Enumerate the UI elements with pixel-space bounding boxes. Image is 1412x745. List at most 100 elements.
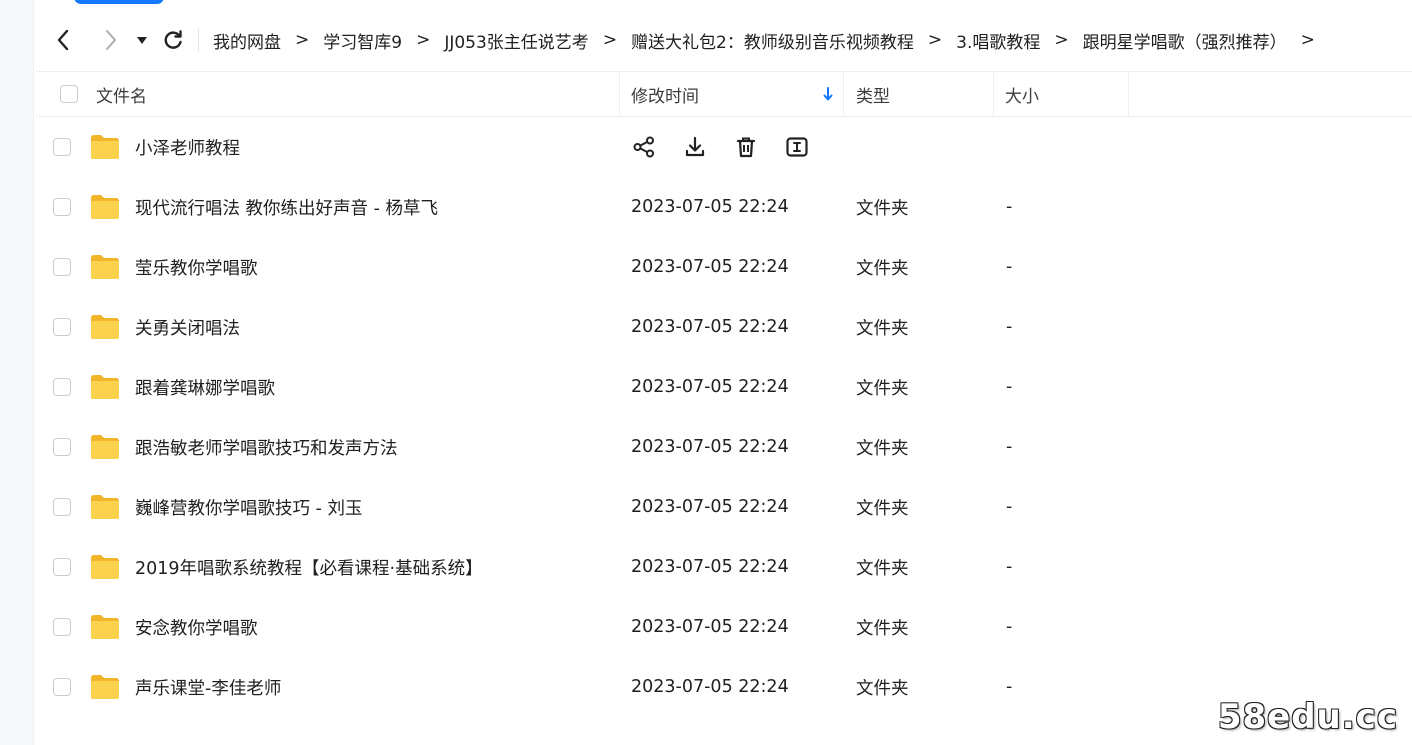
file-size: - — [1006, 377, 1013, 397]
column-divider — [619, 72, 620, 116]
sidebar-edge — [0, 0, 34, 745]
file-size: - — [1006, 197, 1013, 217]
column-header-size[interactable]: 大小 — [1005, 72, 1039, 116]
column-divider — [993, 72, 994, 116]
chevron-left-icon — [57, 29, 69, 51]
file-name[interactable]: 关勇关闭唱法 — [135, 297, 240, 357]
folder-icon — [91, 495, 119, 519]
chevron-right-icon: > — [927, 30, 943, 50]
row-checkbox[interactable] — [53, 618, 71, 636]
table-row[interactable]: 小泽老师教程 — [36, 117, 1412, 177]
file-size: - — [1006, 617, 1013, 637]
file-modified: 2023-07-05 22:24 — [631, 257, 789, 277]
table-row[interactable]: 巍峰营教你学唱歌技巧 - 刘玉 2023-07-05 22:24 文件夹 - — [36, 477, 1412, 537]
file-name[interactable]: 跟浩敏老师学唱歌技巧和发声方法 — [135, 417, 398, 477]
history-dropdown-button[interactable] — [132, 25, 152, 55]
breadcrumb-item-current[interactable]: 跟明星学唱歌（强烈推荐） — [1083, 28, 1287, 53]
row-checkbox[interactable] — [53, 138, 71, 156]
file-table: 文件名 修改时间 类型 大小 小泽老师教程 现代流行唱法 教你练出好声音 - 杨… — [36, 71, 1412, 717]
row-checkbox[interactable] — [53, 258, 71, 276]
row-actions — [630, 117, 834, 177]
breadcrumb-item[interactable]: JJ053张主任说艺考 — [444, 28, 588, 53]
row-checkbox[interactable] — [53, 318, 71, 336]
file-size: - — [1006, 557, 1013, 577]
file-modified: 2023-07-05 22:24 — [631, 557, 789, 577]
file-type: 文件夹 — [856, 618, 909, 639]
file-modified: 2023-07-05 22:24 — [631, 317, 789, 337]
table-row[interactable]: 关勇关闭唱法 2023-07-05 22:24 文件夹 - — [36, 297, 1412, 357]
navigation-bar: 我的网盘 > 学习智库9 > JJ053张主任说艺考 > 赠送大礼包2：教师级别… — [48, 20, 1329, 60]
file-type: 文件夹 — [856, 258, 909, 279]
refresh-button[interactable] — [158, 25, 188, 55]
file-name[interactable]: 莹乐教你学唱歌 — [135, 237, 258, 297]
table-row[interactable]: 莹乐教你学唱歌 2023-07-05 22:24 文件夹 - — [36, 237, 1412, 297]
table-row[interactable]: 安念教你学唱歌 2023-07-05 22:24 文件夹 - — [36, 597, 1412, 657]
file-type: 文件夹 — [856, 558, 909, 579]
file-name[interactable]: 安念教你学唱歌 — [135, 597, 258, 657]
row-checkbox[interactable] — [53, 438, 71, 456]
breadcrumb-item[interactable]: 3.唱歌教程 — [956, 28, 1040, 53]
delete-icon[interactable] — [732, 133, 760, 161]
file-name[interactable]: 小泽老师教程 — [135, 117, 240, 177]
folder-icon — [91, 255, 119, 279]
file-type: 文件夹 — [856, 198, 909, 219]
file-modified: 2023-07-05 22:24 — [631, 617, 789, 637]
column-header-modified[interactable]: 修改时间 — [631, 72, 837, 116]
file-modified: 2023-07-05 22:24 — [631, 677, 789, 697]
file-modified: 2023-07-05 22:24 — [631, 377, 789, 397]
share-icon[interactable] — [630, 133, 658, 161]
row-checkbox[interactable] — [53, 678, 71, 696]
table-row[interactable]: 跟着龚琳娜学唱歌 2023-07-05 22:24 文件夹 - — [36, 357, 1412, 417]
breadcrumb-expand-icon[interactable]: > — [1301, 30, 1315, 50]
file-size: - — [1006, 497, 1013, 517]
select-all-cell — [60, 72, 78, 116]
file-type: 文件夹 — [856, 378, 909, 399]
file-type: 文件夹 — [856, 498, 909, 519]
file-name[interactable]: 2019年唱歌系统教程【必看课程·基础系统】 — [135, 537, 483, 597]
column-header-modified-label: 修改时间 — [631, 86, 699, 107]
download-icon[interactable] — [681, 133, 709, 161]
file-size: - — [1006, 257, 1013, 277]
folder-icon — [91, 615, 119, 639]
folder-icon — [91, 135, 119, 159]
arrow-down-sort-icon — [823, 87, 833, 101]
file-name[interactable]: 声乐课堂-李佳老师 — [135, 657, 281, 717]
file-modified: 2023-07-05 22:24 — [631, 437, 789, 457]
chevron-right-icon: > — [416, 30, 431, 50]
chevron-right-icon: > — [602, 30, 618, 50]
row-checkbox[interactable] — [53, 198, 71, 216]
breadcrumb-item[interactable]: 我的网盘 — [213, 28, 281, 53]
page: 我的网盘 > 学习智库9 > JJ053张主任说艺考 > 赠送大礼包2：教师级别… — [0, 0, 1412, 745]
rename-icon[interactable] — [783, 133, 811, 161]
back-button[interactable] — [48, 25, 78, 55]
forward-button[interactable] — [96, 25, 126, 55]
file-name[interactable]: 跟着龚琳娜学唱歌 — [135, 357, 275, 417]
folder-icon — [91, 315, 119, 339]
file-size: - — [1006, 677, 1013, 697]
row-checkbox[interactable] — [53, 498, 71, 516]
upload-button[interactable] — [74, 0, 164, 4]
file-name[interactable]: 巍峰营教你学唱歌技巧 - 刘玉 — [135, 477, 362, 537]
breadcrumb-item[interactable]: 学习智库9 — [323, 28, 402, 53]
folder-icon — [91, 675, 119, 699]
chevron-right-icon: > — [295, 30, 310, 50]
folder-icon — [91, 195, 119, 219]
table-row[interactable]: 跟浩敏老师学唱歌技巧和发声方法 2023-07-05 22:24 文件夹 - — [36, 417, 1412, 477]
breadcrumb-item[interactable]: 赠送大礼包2：教师级别音乐视频教程 — [631, 28, 914, 53]
table-row[interactable]: 声乐课堂-李佳老师 2023-07-05 22:24 文件夹 - — [36, 657, 1412, 717]
caret-down-icon — [137, 37, 147, 44]
folder-icon — [91, 375, 119, 399]
row-checkbox[interactable] — [53, 378, 71, 396]
column-divider — [843, 72, 844, 116]
row-checkbox[interactable] — [53, 558, 71, 576]
folder-icon — [91, 435, 119, 459]
file-modified: 2023-07-05 22:24 — [631, 197, 789, 217]
select-all-checkbox[interactable] — [60, 85, 78, 103]
table-row[interactable]: 2019年唱歌系统教程【必看课程·基础系统】 2023-07-05 22:24 文件… — [36, 537, 1412, 597]
file-name[interactable]: 现代流行唱法 教你练出好声音 - 杨草飞 — [135, 177, 438, 237]
file-type: 文件夹 — [856, 318, 909, 339]
table-row[interactable]: 现代流行唱法 教你练出好声音 - 杨草飞 2023-07-05 22:24 文件夹 - — [36, 177, 1412, 237]
column-header-type[interactable]: 类型 — [856, 72, 890, 116]
column-header-name[interactable]: 文件名 — [96, 72, 147, 116]
chevron-right-icon: > — [1054, 30, 1069, 50]
